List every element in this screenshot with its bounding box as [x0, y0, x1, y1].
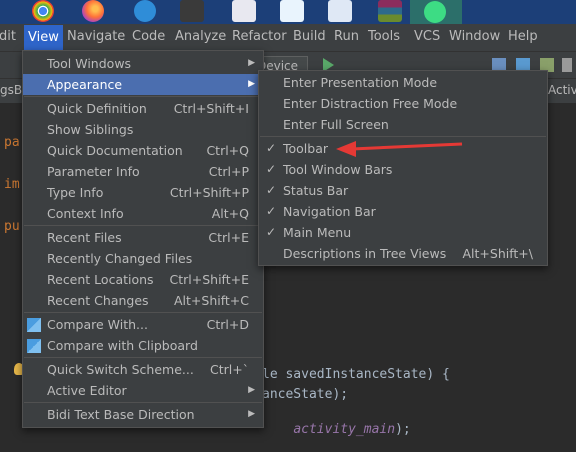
red-arrow-annotation	[336, 141, 463, 157]
